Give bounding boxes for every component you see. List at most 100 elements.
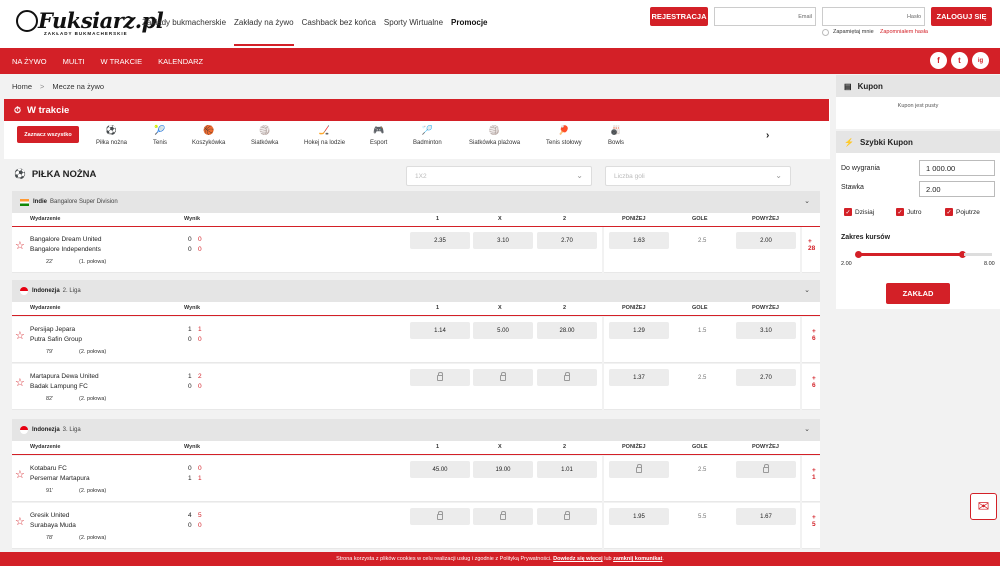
kupon-body: Kupon jest pusty [836, 97, 1000, 129]
match-row[interactable]: ☆ Gresik United Surabaya Muda 4 5 0 0 78… [12, 503, 820, 549]
match-row[interactable]: ☆ Kotabaru FC Persemar Martapura 0 0 1 1… [12, 456, 820, 502]
cookie-more-link[interactable]: Dowiedz się więcej [553, 556, 603, 562]
day-after-checkbox[interactable]: ✓ Pojutrze [945, 208, 980, 216]
envelope-icon[interactable]: ✉ [970, 493, 997, 520]
match-row[interactable]: ☆ Persijap Jepara Putra Safin Group 1 1 … [12, 317, 820, 363]
register-button[interactable]: REJESTRACJA [650, 7, 708, 26]
select-all-button[interactable]: Zaznacz wszystko [17, 126, 79, 143]
star-icon[interactable]: ☆ [15, 468, 25, 481]
twitter-icon[interactable]: t [951, 52, 968, 69]
league-name: 2. Liga [62, 288, 81, 294]
match-row[interactable]: ☆ Martapura Dewa United Badak Lampung FC… [12, 364, 820, 410]
place-bet-button[interactable]: ZAKŁAD [886, 283, 950, 304]
odd-under[interactable]: 1.63 [609, 232, 669, 249]
topnav-sportsbook[interactable]: Zakłady bukmacherskie [142, 18, 226, 46]
sport-esport[interactable]: 🎮 Esport [370, 125, 387, 146]
more-markets-link[interactable]: + 28 [808, 238, 820, 252]
instagram-icon[interactable]: ig [972, 52, 989, 69]
topnav-promotions[interactable]: Promocje [451, 18, 487, 46]
logo[interactable]: Fuksiarz.pl ZAKŁADY BUKMACHERSKIE [16, 8, 164, 38]
chevron-down-icon[interactable]: ⌄ [804, 425, 810, 433]
star-icon[interactable]: ☆ [15, 239, 25, 252]
stake-input[interactable]: 2.00 [919, 181, 995, 197]
league-header[interactable]: Indie Bangalore Super Division ⌄ [12, 191, 820, 213]
lock-icon [500, 371, 506, 381]
more-markets-link[interactable]: + 5 [812, 514, 820, 528]
more-markets-link[interactable]: + 6 [812, 375, 820, 389]
odd-x[interactable]: 5.00 [473, 322, 533, 339]
odd-over[interactable]: 1.67 [736, 508, 796, 525]
score: 0 [198, 336, 202, 343]
home-team: Martapura Dewa United [30, 373, 99, 380]
match-row[interactable]: ☆ Bangalore Dream United Bangalore Indep… [12, 227, 820, 273]
sports-filter: Zaznacz wszystko ⚽ Piłka nożna 🎾 Tenis 🏀 Ko… [4, 121, 830, 159]
odd-2[interactable]: 1.01 [537, 461, 597, 478]
breadcrumb-home[interactable]: Home [12, 82, 32, 91]
odd-over[interactable]: 2.70 [736, 369, 796, 386]
star-icon[interactable]: ☆ [15, 515, 25, 528]
basketball-icon: 🏀 [203, 125, 215, 135]
away-team: Putra Safin Group [30, 336, 83, 343]
lightning-icon: ⚡ [844, 137, 854, 147]
odd-over[interactable]: 3.10 [736, 322, 796, 339]
topnav-cashback[interactable]: Cashback bez końca [302, 18, 376, 46]
remember-checkbox[interactable] [822, 29, 829, 36]
nav-in-progress[interactable]: W TRAKCIE [101, 57, 143, 66]
chevron-down-icon[interactable]: ⌄ [804, 286, 810, 294]
today-checkbox[interactable]: ✓ Dzisiaj [844, 208, 874, 216]
more-markets-link[interactable]: + 6 [812, 328, 820, 342]
lock-icon [763, 463, 769, 473]
sport-table-tennis[interactable]: 🏓 Tenis stołowy [546, 125, 582, 146]
nav-multi[interactable]: MULTI [63, 57, 85, 66]
forgot-password-link[interactable]: Zapomniałem hasła [880, 29, 928, 35]
sport-basketball[interactable]: 🏀 Koszykówka [192, 125, 225, 146]
sport-volleyball[interactable]: 🏐 Siatkówka [251, 125, 278, 146]
odd-under[interactable]: 1.29 [609, 322, 669, 339]
star-icon[interactable]: ☆ [15, 376, 25, 389]
sport-football[interactable]: ⚽ Piłka nożna [96, 125, 127, 146]
topnav-virtual[interactable]: Sporty Wirtualne [384, 18, 443, 46]
odd-x[interactable]: 19.00 [473, 461, 533, 478]
odd-2[interactable]: 28.00 [537, 322, 597, 339]
away-team: Bangalore Independents [30, 246, 101, 253]
tomorrow-checkbox[interactable]: ✓ Jutro [896, 208, 921, 216]
sport-badminton[interactable]: 🏸 Badminton [413, 125, 442, 146]
flag-indonesia-icon [20, 426, 28, 434]
odd-1[interactable]: 1.14 [410, 322, 470, 339]
odd-1[interactable]: 2.35 [410, 232, 470, 249]
football-heading: ⚽ PIŁKA NOŻNA [14, 169, 96, 180]
chevron-right-icon[interactable]: › [766, 130, 769, 141]
league-name: Bangalore Super Division [50, 199, 118, 205]
topnav-live[interactable]: Zakłady na żywo [234, 18, 294, 46]
email-field[interactable]: Email [714, 7, 816, 26]
league-header[interactable]: Indonezja 3. Liga ⌄ [12, 419, 820, 441]
odd-under[interactable]: 1.95 [609, 508, 669, 525]
win-input[interactable]: 1 000.00 [919, 160, 995, 176]
range-min-handle[interactable] [855, 251, 862, 258]
sport-hockey[interactable]: 🏒 Hokej na lodzie [304, 125, 345, 146]
cookie-close-link[interactable]: zamknij komunikat [613, 556, 662, 562]
odd-over[interactable]: 2.00 [736, 232, 796, 249]
odd-under[interactable]: 1.37 [609, 369, 669, 386]
odd-1[interactable]: 45.00 [410, 461, 470, 478]
league-header[interactable]: Indonezja 2. Liga ⌄ [12, 280, 820, 302]
market-dropdown[interactable]: 1X2 ⌄ [406, 166, 592, 186]
goals-dropdown[interactable]: Liczba goli ⌄ [605, 166, 791, 186]
nav-calendar[interactable]: KALENDARZ [158, 57, 203, 66]
nav-live[interactable]: NA ŻYWO [12, 57, 47, 66]
star-icon[interactable]: ☆ [15, 329, 25, 342]
score: 1 [188, 326, 192, 333]
sport-tennis[interactable]: 🎾 Tenis [153, 125, 167, 146]
score: 0 [188, 383, 192, 390]
odd-2[interactable]: 2.70 [537, 232, 597, 249]
range-min-value: 2.00 [841, 261, 852, 267]
chevron-down-icon[interactable]: ⌄ [804, 197, 810, 205]
more-markets-link[interactable]: + 1 [812, 467, 820, 481]
sport-bowls[interactable]: 🎳 Bowls [608, 125, 624, 146]
facebook-icon[interactable]: f [930, 52, 947, 69]
password-field[interactable]: Hasło [822, 7, 925, 26]
score: 0 [198, 236, 202, 243]
login-button[interactable]: ZALOGUJ SIĘ [931, 7, 992, 26]
sport-beach-volleyball[interactable]: 🏐 Siatkówka plażowa [469, 125, 520, 146]
odd-x[interactable]: 3.10 [473, 232, 533, 249]
